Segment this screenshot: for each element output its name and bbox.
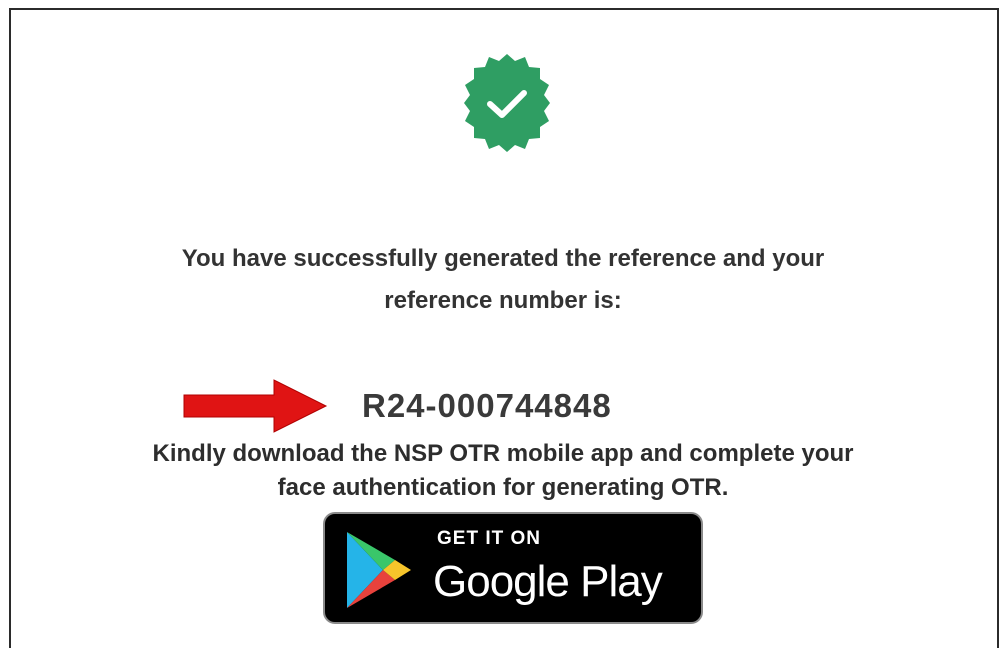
google-play-icon: [347, 532, 411, 608]
arrow-right-icon: [183, 379, 328, 433]
success-message-line: reference number is:: [384, 287, 622, 314]
instruction-text: Kindly download the NSP OTR mobile app a…: [0, 437, 1006, 505]
check-badge-icon: [464, 54, 550, 152]
store-small-label: GET IT ON: [437, 528, 541, 549]
store-big-label: Google Play: [433, 557, 663, 606]
success-message-line: You have successfully generated the refe…: [181, 245, 825, 272]
instruction-line: face authentication for generating OTR.: [277, 474, 729, 501]
success-message: You have successfully generated the refe…: [0, 238, 1006, 322]
instruction-line: Kindly download the NSP OTR mobile app a…: [152, 440, 854, 467]
reference-number: R24-000744848: [362, 387, 612, 424]
google-play-button[interactable]: GET IT ON Google Play: [323, 512, 703, 624]
